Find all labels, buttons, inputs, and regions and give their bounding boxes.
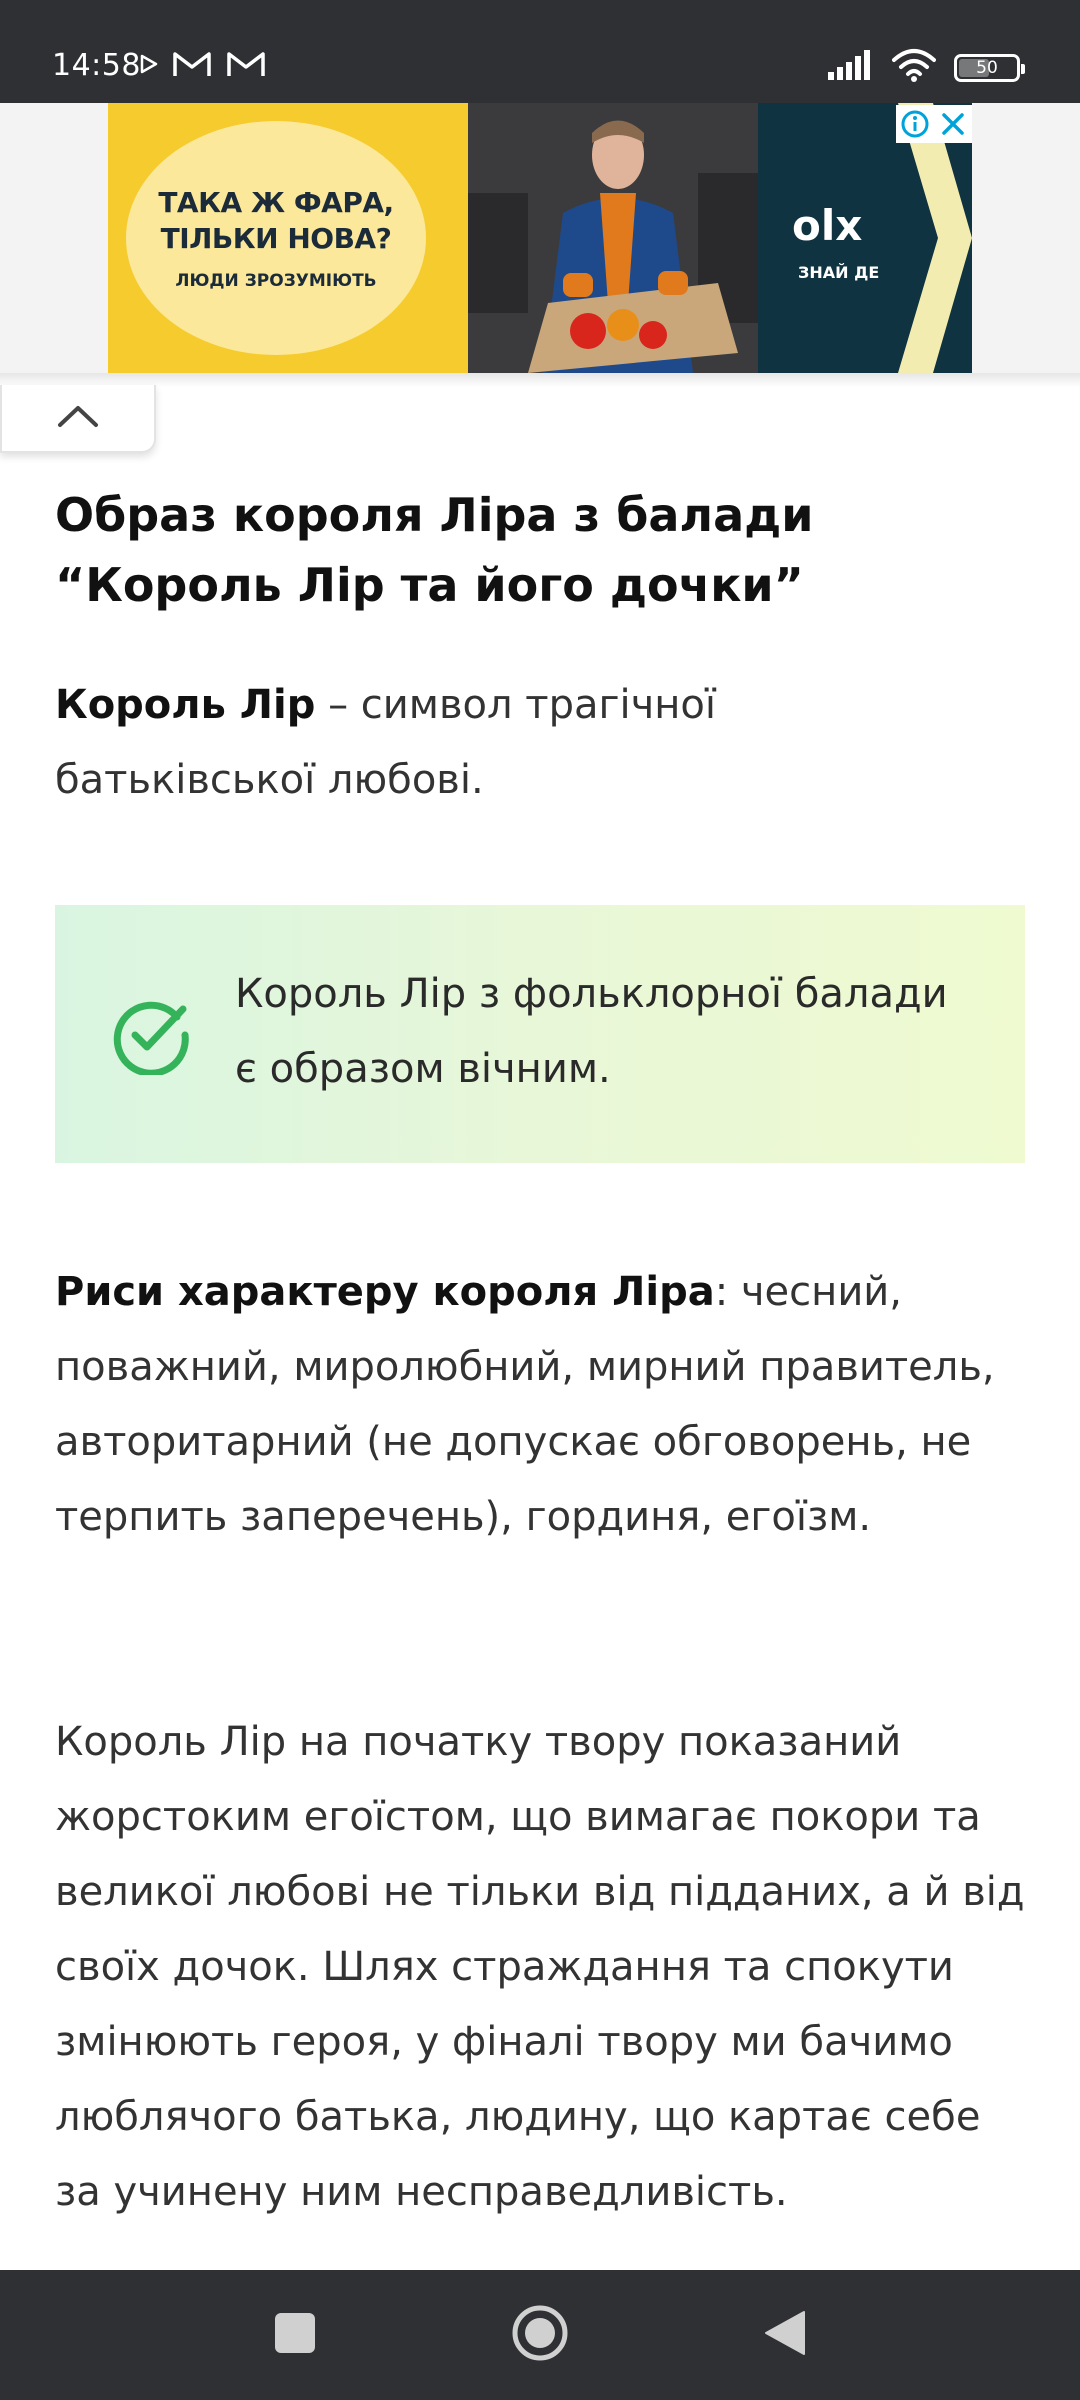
signal-icon	[826, 50, 874, 85]
brand-tagline: ЗНАЙ ДЕ	[798, 263, 880, 282]
chevron-up-icon	[56, 403, 100, 434]
battery-icon: 50	[954, 53, 1025, 82]
intro-bold: Король Лір	[55, 682, 316, 728]
callout-text: Король Лір з фольклорної балади є образо…	[235, 971, 948, 1092]
article: Образ короля Ліра з балади “Король Лір т…	[55, 480, 1025, 2215]
ad-divider	[0, 373, 1080, 387]
ad-close-icon[interactable]	[934, 105, 972, 143]
ad-container: ТАКА Ж ФАРА, ТІЛЬКИ НОВА? ЛЮДИ ЗРОЗУМІЮТ…	[0, 103, 1080, 373]
ad-photo	[468, 103, 758, 373]
battery-level: 50	[976, 57, 998, 78]
ad-banner[interactable]: ТАКА Ж ФАРА, ТІЛЬКИ НОВА? ЛЮДИ ЗРОЗУМІЮТ…	[108, 103, 972, 373]
ad-text-panel: ТАКА Ж ФАРА, ТІЛЬКИ НОВА? ЛЮДИ ЗРОЗУМІЮТ…	[108, 103, 468, 373]
notification-icons	[140, 50, 266, 83]
ad-choices	[896, 105, 972, 143]
back-triangle-icon	[764, 2310, 806, 2361]
play-store-icon	[140, 54, 158, 79]
gmail-icon	[172, 50, 212, 83]
system-icons: 50	[826, 48, 1025, 87]
wifi-icon	[892, 48, 936, 87]
paragraph-traits: Риси характеру короля Ліра: чесний, пова…	[55, 1255, 1015, 1555]
check-circle-icon	[111, 995, 191, 1080]
paragraph-intro: Король Лір – символ трагічної батьківськ…	[55, 668, 985, 818]
brand-logo: olx	[792, 201, 863, 250]
back-button[interactable]	[720, 2270, 850, 2400]
ad-headline: ТАКА Ж ФАРА, ТІЛЬКИ НОВА?	[158, 186, 394, 255]
ad-subline: ЛЮДИ ЗРОЗУМІЮТЬ	[175, 271, 377, 291]
ad-circle: ТАКА Ж ФАРА, ТІЛЬКИ НОВА? ЛЮДИ ЗРОЗУМІЮТ…	[126, 121, 426, 355]
home-button[interactable]	[475, 2270, 605, 2400]
recents-button[interactable]	[230, 2270, 360, 2400]
ad-info-icon[interactable]	[896, 105, 934, 143]
home-circle-icon	[511, 2304, 569, 2367]
paragraph-description: Король Лір на початку твору показаний жо…	[55, 1719, 1025, 2215]
navigation-bar	[0, 2270, 1080, 2400]
gmail-icon	[226, 50, 266, 83]
collapse-ad-button[interactable]	[0, 385, 156, 453]
status-time: 14:58	[52, 48, 141, 83]
ad-brand-panel: olx ЗНАЙ ДЕ	[758, 103, 972, 373]
recents-square-icon	[274, 2312, 316, 2359]
status-bar: 14:58 50	[0, 0, 1080, 103]
article-title: Образ короля Ліра з балади “Король Лір т…	[55, 488, 814, 612]
highlight-callout: Король Лір з фольклорної балади є образо…	[55, 905, 1025, 1163]
traits-bold: Риси характеру короля Ліра	[55, 1269, 715, 1315]
